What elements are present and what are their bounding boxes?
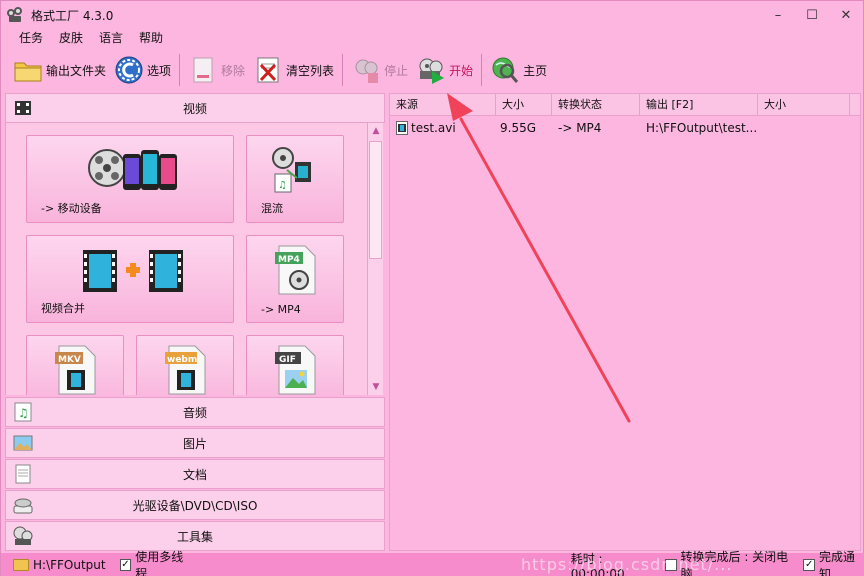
column-status[interactable]: 转换状态 [552,94,640,116]
mux-icon: ♫ [272,147,311,193]
title-bar: 格式工厂 4.3.0 – ☐ ✕ [1,1,863,29]
mobile-device-icon [88,149,177,190]
column-output-size[interactable]: 大小 [758,94,850,116]
menu-language[interactable]: 语言 [91,29,131,47]
remove-button[interactable]: 移除 [184,52,249,88]
column-output[interactable]: 输出 [F2] [640,94,758,116]
cell-size: 9.55G [500,121,537,135]
options-gear-icon [114,55,144,85]
category-rom-device[interactable]: 光驱设备\DVD\CD\ISO [5,490,385,520]
cell-output: H:\FFOutput\test... [646,121,758,135]
scroll-thumb[interactable] [369,141,382,259]
toolbar-separator [481,54,483,86]
close-button[interactable]: ✕ [829,1,863,29]
stop-icon [351,55,381,85]
mkv-file-icon: MKV [55,345,96,395]
task-list: 来源 大小 转换状态 输出 [F2] 大小 test.avi 9.55G -> … [389,93,861,551]
tile-to-mkv[interactable]: MKV [26,335,124,395]
home-button[interactable]: 主页 [486,52,551,88]
category-tools[interactable]: 工具集 [5,521,385,551]
svg-text:♫: ♫ [278,180,287,191]
multithread-checkbox[interactable]: ✓ [119,559,132,571]
svg-text:MKV: MKV [58,355,81,365]
start-icon [416,55,446,85]
webm-file-icon: webm [165,345,206,395]
tiles-scrollbar[interactable]: ▲ ▼ [367,123,383,395]
watermark: https://blog.csdn.net/... [521,555,733,574]
toolbar-separator [342,54,344,86]
stop-button[interactable]: 停止 [347,52,412,88]
clear-list-button[interactable]: 清空列表 [249,52,338,88]
tile-to-gif[interactable]: GIF [246,335,344,395]
notify-checkbox[interactable]: ✓ [803,559,815,571]
scroll-up-arrow-icon[interactable]: ▲ [368,123,384,139]
svg-text:GIF: GIF [279,355,296,365]
app-logo-icon [7,7,23,23]
category-picture[interactable]: 图片 [5,428,385,458]
app-window: 格式工厂 4.3.0 – ☐ ✕ 任务 皮肤 语言 帮助 输出文件夹 选项 移除… [0,0,864,576]
status-bar: H:\FFOutput ✓ 使用多线程 耗时 : 00:00:00 转换完成后 … [1,550,864,576]
task-list-header: 来源 大小 转换状态 输出 [F2] 大小 [390,94,860,116]
tile-to-mp4[interactable]: MP4 -> MP4 [246,235,344,323]
svg-text:MP4: MP4 [278,255,300,265]
multithread-toggle[interactable]: ✓ 使用多线程 [119,548,193,576]
menu-skin[interactable]: 皮肤 [51,29,91,47]
start-button[interactable]: 开始 [412,52,477,88]
remove-icon [188,55,218,85]
window-title: 格式工厂 4.3.0 [31,8,114,23]
output-path[interactable]: H:\FFOutput [13,558,106,572]
gif-file-icon: GIF [275,345,316,395]
scroll-down-arrow-icon[interactable]: ▼ [368,379,384,395]
home-globe-icon [490,55,520,85]
tile-video-join[interactable]: 视频合并 [26,235,234,323]
cell-status: -> MP4 [558,121,602,135]
video-file-icon [396,121,408,135]
cell-source: test.avi [390,121,496,135]
category-audio[interactable]: ♫ 音频 [5,397,385,427]
menu-bar: 任务 皮肤 语言 帮助 [11,29,171,47]
notify-toggle[interactable]: ✓ 完成通知 [803,548,864,576]
category-video[interactable]: 视频 [5,93,385,123]
video-tiles: -> 移动设备 ♫ 混流 视频合并 MP4 -> MP4 MKV webm GI… [5,123,369,395]
options-button[interactable]: 选项 [110,52,175,88]
function-panel: 视频 -> 移动设备 ♫ 混流 视频合并 MP4 -> MP4 MKV webm… [5,93,385,553]
table-row[interactable]: test.avi 9.55G -> MP4 H:\FFOutput\test..… [390,118,860,138]
svg-text:webm: webm [167,355,197,365]
minimize-button[interactable]: – [761,1,795,29]
window-controls: – ☐ ✕ [761,1,863,29]
column-source[interactable]: 来源 [390,94,496,116]
folder-icon [13,55,43,85]
folder-icon [13,559,29,571]
menu-task[interactable]: 任务 [11,29,51,47]
toolbar: 输出文件夹 选项 移除 清空列表 停止 开始 主页 [9,51,551,89]
tile-to-webm[interactable]: webm [136,335,234,395]
mp4-file-icon: MP4 [275,245,316,295]
clear-list-icon [253,55,283,85]
toolbar-separator [179,54,181,86]
tile-mux[interactable]: ♫ 混流 [246,135,344,223]
menu-help[interactable]: 帮助 [131,29,171,47]
maximize-button[interactable]: ☐ [795,1,829,29]
video-join-icon [83,250,183,292]
output-folder-button[interactable]: 输出文件夹 [9,52,110,88]
category-document[interactable]: 文档 [5,459,385,489]
column-size[interactable]: 大小 [496,94,552,116]
tile-mobile-device[interactable]: -> 移动设备 [26,135,234,223]
